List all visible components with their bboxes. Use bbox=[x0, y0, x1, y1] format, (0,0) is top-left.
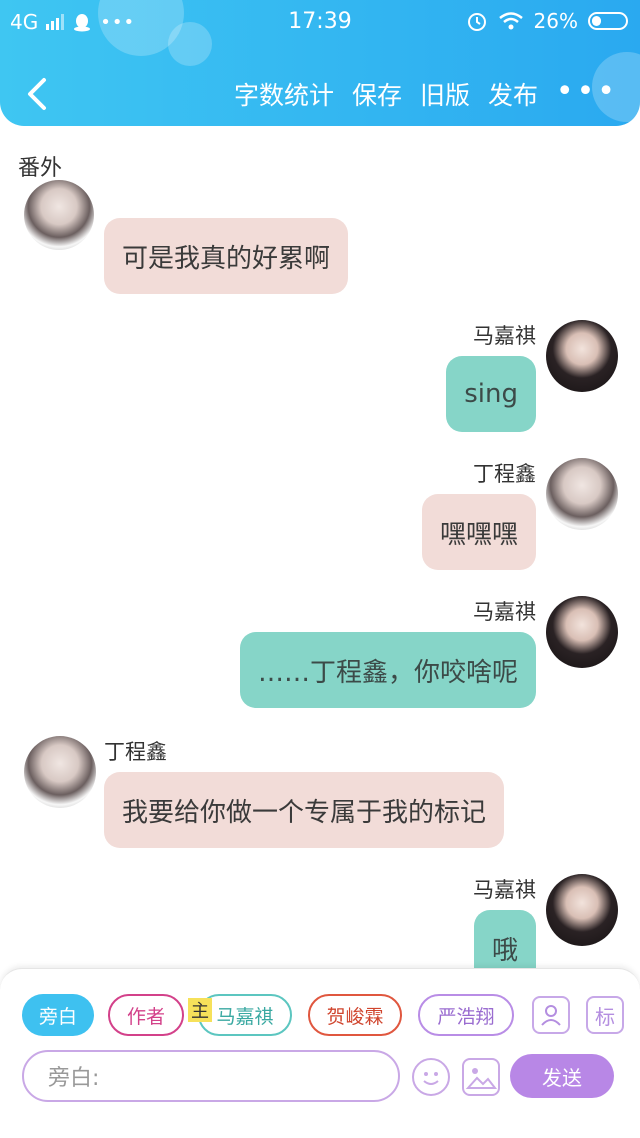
role-yanhaoxiang-chip[interactable]: 严浩翔 bbox=[418, 994, 514, 1036]
wifi-icon bbox=[498, 12, 523, 30]
message-bubble[interactable]: 可是我真的好累啊 bbox=[104, 218, 349, 294]
nav-bar: 字数统计 保存 旧版 发布 ••• bbox=[0, 64, 640, 124]
image-icon[interactable] bbox=[462, 1058, 500, 1096]
back-icon[interactable] bbox=[20, 74, 54, 114]
person-icon[interactable] bbox=[532, 996, 570, 1034]
message-input[interactable]: 旁白: bbox=[22, 1050, 400, 1102]
more-icon[interactable]: ••• bbox=[556, 74, 618, 109]
avatar bbox=[24, 736, 96, 808]
role-narration-chip[interactable]: 旁白 bbox=[22, 994, 94, 1036]
speaker-name: 马嘉祺 bbox=[473, 324, 536, 348]
publish-button[interactable]: 发布 bbox=[488, 76, 538, 112]
send-button[interactable]: 发送 bbox=[510, 1054, 614, 1098]
battery-percent: 26% bbox=[533, 9, 578, 33]
speaker-name: 马嘉祺 bbox=[473, 600, 536, 624]
speaker-name: 马嘉祺 bbox=[473, 878, 536, 902]
message-bubble[interactable]: ……丁程鑫，你咬啥呢 bbox=[239, 632, 536, 708]
main-role-badge: 主 bbox=[188, 998, 212, 1022]
alarm-icon bbox=[467, 13, 486, 31]
avatar bbox=[546, 874, 618, 946]
avatar bbox=[24, 180, 94, 250]
status-bar: 4G ••• 17:39 26% bbox=[0, 0, 640, 44]
save-button[interactable]: 保存 bbox=[352, 76, 402, 112]
avatar bbox=[546, 320, 618, 392]
message-bubble[interactable]: sing bbox=[446, 356, 536, 432]
old-version-button[interactable]: 旧版 bbox=[420, 76, 470, 112]
avatar bbox=[546, 596, 618, 668]
role-majiaqi-chip[interactable]: 马嘉祺 bbox=[198, 994, 292, 1036]
mark-icon[interactable]: 标 bbox=[586, 996, 624, 1034]
message-bubble[interactable]: 我要给你做一个专属于我的标记 bbox=[104, 772, 505, 848]
role-author-chip[interactable]: 作者 bbox=[108, 994, 184, 1036]
message-bubble[interactable]: 嘿嘿嘿 bbox=[421, 494, 536, 570]
word-count-button[interactable]: 字数统计 bbox=[234, 76, 334, 112]
speaker-name: 丁程鑫 bbox=[473, 462, 536, 486]
header: 4G ••• 17:39 26% 字数统计 保存 旧版 发布 ••• bbox=[0, 0, 640, 126]
speaker-name: 丁程鑫 bbox=[104, 740, 167, 764]
avatar bbox=[546, 458, 618, 530]
battery-icon bbox=[588, 12, 628, 30]
role-hejunlin-chip[interactable]: 贺峻霖 bbox=[308, 994, 402, 1036]
emoji-icon[interactable] bbox=[412, 1058, 450, 1096]
chapter-title: 番外 bbox=[18, 156, 63, 181]
